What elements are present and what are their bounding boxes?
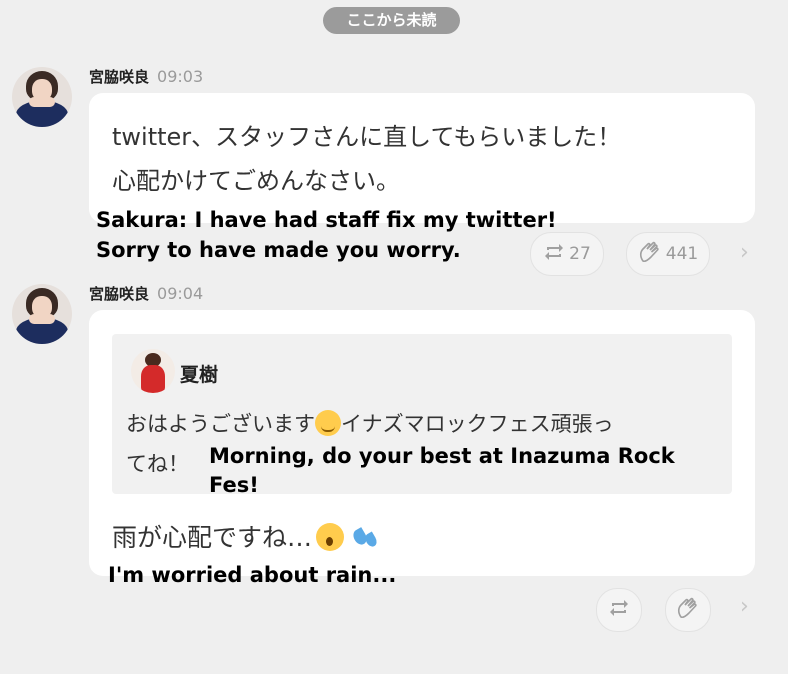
quoted-message[interactable]: 夏樹 おはようございます イナズマロックフェス頑張っ てね！ Morning, d… xyxy=(112,334,732,497)
clap-hand-icon xyxy=(676,597,700,624)
message-text: 雨が心配ですね… xyxy=(112,516,378,560)
like-button[interactable]: 441 xyxy=(626,232,710,276)
message-text-line: twitter、スタッフさんに直してもらいました！ xyxy=(112,123,622,151)
quoted-text-part: イナズマロックフェス頑張っ xyxy=(341,412,614,436)
message-text-line: 雨が心配ですね… xyxy=(112,523,313,552)
unread-divider: ここから未読 xyxy=(323,7,460,34)
like-count: 441 xyxy=(665,244,699,264)
avatar[interactable] xyxy=(12,284,72,344)
caption-line: Sorry to have made you worry. xyxy=(96,238,461,262)
chevron-right-icon[interactable]: › xyxy=(740,240,749,265)
translation-caption: Sakura: I have had staff fix my twitter!… xyxy=(96,205,557,265)
message-meta: 宮脇咲良 09:03 xyxy=(89,66,203,87)
clap-hand-icon xyxy=(638,241,662,268)
surprised-face-icon xyxy=(316,523,345,551)
retweet-button[interactable] xyxy=(596,588,642,632)
quoted-avatar xyxy=(131,349,175,393)
author-name: 宮脇咲良 xyxy=(89,285,150,303)
sweat-drops-icon xyxy=(352,525,378,551)
avatar[interactable] xyxy=(12,67,72,127)
retweet-icon xyxy=(608,599,630,622)
retweet-count: 27 xyxy=(569,244,591,264)
message-time: 09:03 xyxy=(157,67,204,86)
message-time: 09:04 xyxy=(157,284,204,303)
message-text: twitter、スタッフさんに直してもらいました！ 心配かけてごめんなさい。 xyxy=(112,115,621,203)
retweet-button[interactable]: 27 xyxy=(530,232,604,276)
message-meta: 宮脇咲良 09:04 xyxy=(89,283,203,304)
quoted-text-part: てね！ xyxy=(126,452,189,476)
chevron-right-icon[interactable]: › xyxy=(740,594,749,619)
caption-line: Sakura: I have had staff fix my twitter! xyxy=(96,208,557,232)
retweet-icon xyxy=(543,243,565,266)
relieved-face-icon xyxy=(315,410,341,436)
message-text-line: 心配かけてごめんなさい。 xyxy=(112,167,400,195)
author-name: 宮脇咲良 xyxy=(89,68,150,86)
translation-caption: I'm worried about rain... xyxy=(108,563,397,587)
quoted-author: 夏樹 xyxy=(180,364,219,386)
like-button[interactable] xyxy=(665,588,711,632)
quoted-text-part: おはようございます xyxy=(126,412,315,436)
translation-caption: Morning, do your best at Inazuma Rock Fe… xyxy=(209,444,675,497)
